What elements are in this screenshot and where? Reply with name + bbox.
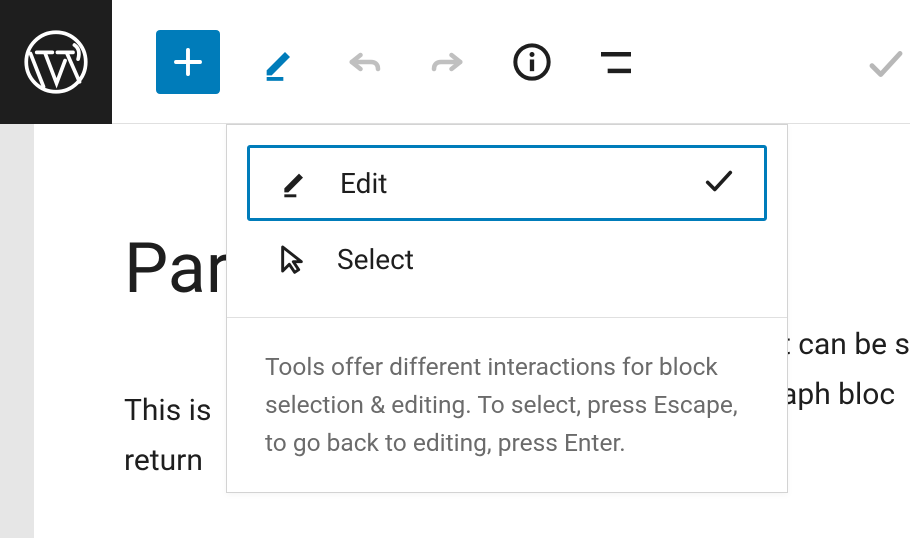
paragraph-text: return — [124, 443, 203, 478]
info-button[interactable] — [508, 38, 556, 86]
tools-mode-dropdown: Edit Select Tools offer different intera… — [226, 124, 788, 493]
undo-button[interactable] — [340, 38, 388, 86]
undo-icon — [343, 41, 385, 83]
dropdown-item-label: Edit — [340, 167, 387, 200]
info-icon — [512, 42, 552, 82]
cursor-icon — [275, 242, 309, 276]
check-icon — [865, 43, 907, 85]
plus-icon — [170, 44, 206, 80]
tools-mode-button[interactable] — [256, 38, 304, 86]
wordpress-icon — [22, 28, 90, 96]
outline-button[interactable] — [592, 38, 640, 86]
paragraph-text: t can be s — [781, 320, 910, 370]
redo-button[interactable] — [424, 38, 472, 86]
outline-icon — [596, 42, 636, 82]
dropdown-item-select[interactable]: Select — [247, 221, 767, 297]
admin-sidebar-collapsed — [0, 124, 34, 538]
save-status[interactable] — [862, 40, 910, 88]
pencil-icon — [278, 166, 312, 200]
wordpress-home-button[interactable] — [0, 0, 112, 124]
dropdown-item-label: Select — [337, 243, 414, 276]
paragraph-text: This is — [124, 393, 211, 428]
dropdown-help-text: Tools offer different interactions for b… — [227, 318, 787, 492]
paragraph-text: aph bloc — [781, 370, 910, 420]
dropdown-item-edit[interactable]: Edit — [247, 145, 767, 221]
check-icon — [702, 164, 736, 202]
pencil-icon — [260, 42, 300, 82]
redo-icon — [427, 41, 469, 83]
editor-toolbar — [0, 0, 910, 124]
add-block-button[interactable] — [156, 30, 220, 94]
